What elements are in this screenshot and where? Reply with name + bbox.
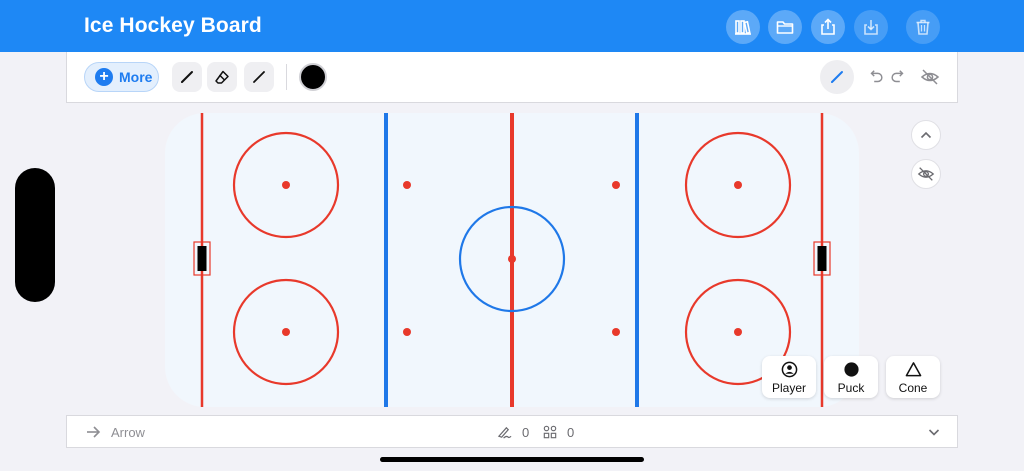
cone-label: Cone bbox=[898, 381, 928, 395]
import-button[interactable] bbox=[854, 10, 888, 44]
status-bar: Arrow 0 0 bbox=[66, 415, 958, 448]
eraser-icon bbox=[215, 70, 229, 84]
objects-grid-icon bbox=[543, 425, 557, 439]
faceoff-dot-top-right bbox=[734, 181, 742, 189]
center-faceoff-dot bbox=[508, 255, 516, 263]
books-icon bbox=[735, 20, 751, 35]
redo-icon bbox=[891, 70, 904, 83]
more-button[interactable]: + More bbox=[84, 62, 159, 92]
app-header: Ice Hockey Board bbox=[0, 0, 1024, 52]
color-picker[interactable] bbox=[299, 63, 327, 91]
drag-handle[interactable] bbox=[15, 168, 55, 302]
neutral-dot-bottom-right bbox=[612, 328, 620, 336]
download-icon bbox=[864, 20, 878, 35]
share-icon bbox=[821, 18, 835, 35]
player-icon bbox=[781, 361, 797, 378]
neutral-dot-bottom-left bbox=[403, 328, 411, 336]
puck-palette-button[interactable]: Puck bbox=[824, 356, 878, 398]
hockey-rink[interactable] bbox=[165, 113, 859, 407]
puck-icon bbox=[843, 362, 859, 377]
goal-left bbox=[197, 246, 207, 271]
chevron-up-icon bbox=[920, 131, 932, 139]
undo-button[interactable] bbox=[866, 67, 886, 87]
faceoff-dot-bottom-right bbox=[734, 328, 742, 336]
line-tool-button[interactable] bbox=[244, 62, 274, 92]
drawing-toolbar: + More bbox=[66, 52, 958, 103]
eraser-tool-button[interactable] bbox=[207, 62, 237, 92]
faceoff-dot-bottom-left bbox=[282, 328, 290, 336]
drawings-count: 0 bbox=[522, 425, 530, 440]
player-palette-button[interactable]: Player bbox=[762, 356, 816, 398]
line-icon bbox=[253, 71, 265, 83]
app-title: Ice Hockey Board bbox=[84, 14, 262, 37]
eye-slash-icon bbox=[920, 69, 940, 85]
puck-label: Puck bbox=[837, 381, 865, 395]
pen-tool-button[interactable] bbox=[172, 62, 202, 92]
cone-palette-button[interactable]: Cone bbox=[886, 356, 940, 398]
cone-icon bbox=[905, 362, 921, 377]
trash-icon bbox=[916, 19, 930, 35]
collapse-button[interactable] bbox=[911, 120, 941, 150]
undo-icon bbox=[870, 70, 883, 83]
folder-icon bbox=[776, 21, 794, 34]
hide-overlay-button[interactable] bbox=[911, 159, 941, 189]
eye-slash-icon bbox=[917, 167, 935, 181]
player-label: Player bbox=[771, 381, 806, 395]
delete-button[interactable] bbox=[906, 10, 940, 44]
current-tool-label: Arrow bbox=[111, 425, 145, 440]
toolbar-divider bbox=[286, 64, 287, 90]
pencil-icon bbox=[181, 71, 193, 83]
neutral-dot-top-left bbox=[403, 181, 411, 189]
arrow-right-icon bbox=[87, 426, 101, 438]
objects-count: 0 bbox=[567, 425, 575, 440]
toggle-visibility-button[interactable] bbox=[920, 67, 940, 87]
scribble-icon bbox=[497, 426, 512, 439]
faceoff-dot-top-left bbox=[282, 181, 290, 189]
neutral-dot-top-right bbox=[612, 181, 620, 189]
more-label: More bbox=[119, 69, 153, 85]
draw-mode-button[interactable] bbox=[820, 60, 854, 94]
library-button[interactable] bbox=[726, 10, 760, 44]
chevron-down-icon[interactable] bbox=[927, 425, 941, 439]
pencil-icon bbox=[831, 71, 843, 83]
plus-icon: + bbox=[95, 68, 113, 86]
goal-right bbox=[817, 246, 827, 271]
redo-button[interactable] bbox=[888, 67, 908, 87]
share-button[interactable] bbox=[811, 10, 845, 44]
home-indicator bbox=[380, 457, 644, 462]
open-folder-button[interactable] bbox=[768, 10, 802, 44]
